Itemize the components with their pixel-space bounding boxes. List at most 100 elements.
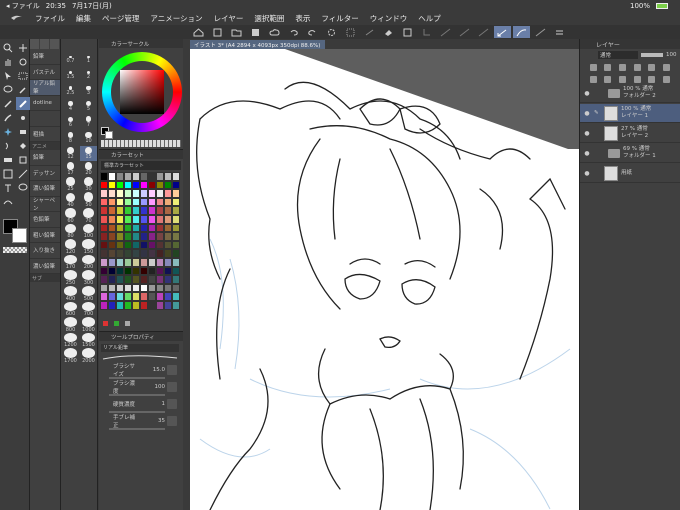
color-swatch[interactable] bbox=[108, 189, 116, 198]
frame-border-icon[interactable] bbox=[1, 167, 15, 180]
visibility-eye-icon[interactable]: ● bbox=[580, 170, 594, 177]
brush-size-option[interactable]: 20 bbox=[80, 161, 97, 177]
color-swatch[interactable] bbox=[164, 214, 172, 224]
color-swatch[interactable] bbox=[116, 300, 124, 310]
color-swatch[interactable] bbox=[124, 249, 132, 258]
brush-size-option[interactable]: 10 bbox=[80, 130, 97, 146]
color-swatch[interactable] bbox=[148, 292, 156, 301]
zoom-icon[interactable] bbox=[1, 41, 15, 54]
color-swatch[interactable] bbox=[108, 249, 116, 258]
menu-selection[interactable]: 選択範囲 bbox=[254, 13, 284, 24]
color-swatch[interactable] bbox=[132, 223, 140, 233]
subtool-item[interactable]: 鉛筆 bbox=[30, 150, 60, 166]
redo-icon[interactable] bbox=[304, 26, 321, 38]
color-swatch[interactable] bbox=[140, 214, 148, 224]
color-swatch[interactable] bbox=[140, 249, 148, 258]
loading-icon[interactable] bbox=[323, 26, 340, 38]
color-swatch[interactable] bbox=[124, 189, 132, 198]
color-swatch[interactable] bbox=[156, 172, 164, 181]
blend-icon[interactable] bbox=[1, 139, 15, 152]
color-swatch[interactable] bbox=[164, 300, 172, 310]
open-icon[interactable] bbox=[228, 26, 245, 38]
color-swatch[interactable] bbox=[116, 189, 124, 198]
color-swatch[interactable] bbox=[100, 180, 108, 190]
color-swatch[interactable] bbox=[124, 232, 132, 241]
edit-target-icon[interactable]: ✎ bbox=[594, 110, 604, 116]
brush-size-option[interactable]: 1500 bbox=[80, 332, 97, 348]
grid-icon[interactable] bbox=[475, 26, 492, 38]
color-swatch[interactable] bbox=[172, 180, 180, 190]
brush-size-option[interactable]: 1200 bbox=[62, 332, 79, 348]
color-swatch[interactable] bbox=[148, 266, 156, 276]
clip-icon[interactable] bbox=[589, 63, 597, 71]
subtool-item[interactable] bbox=[30, 111, 60, 127]
subtool-item[interactable]: 濃い鉛筆 bbox=[30, 181, 60, 197]
opacity-slider[interactable] bbox=[641, 53, 663, 57]
color-swatch[interactable] bbox=[140, 292, 148, 301]
brush-size-option[interactable]: 300 bbox=[80, 270, 97, 286]
color-swatch[interactable] bbox=[140, 172, 148, 181]
color-swatch[interactable] bbox=[164, 206, 172, 215]
color-swatch[interactable] bbox=[108, 214, 116, 224]
color-swatch[interactable] bbox=[108, 206, 116, 215]
color-swatch[interactable] bbox=[156, 249, 164, 258]
color-swatch[interactable] bbox=[172, 266, 180, 276]
gradient-icon[interactable] bbox=[1, 153, 15, 166]
brush-size-option[interactable]: 1 bbox=[80, 52, 97, 68]
color-swatch[interactable] bbox=[148, 172, 156, 181]
cs-add-icon[interactable] bbox=[103, 321, 108, 326]
menu-page[interactable]: ページ管理 bbox=[102, 13, 139, 24]
color-swatch[interactable] bbox=[164, 249, 172, 258]
lock-icon[interactable] bbox=[633, 63, 641, 71]
color-swatch[interactable] bbox=[132, 197, 140, 207]
color-swatch[interactable] bbox=[164, 292, 172, 301]
color-swatch[interactable] bbox=[140, 206, 148, 215]
undo-icon[interactable] bbox=[285, 26, 302, 38]
subtool-item[interactable]: 濃い鉛筆 bbox=[30, 259, 60, 274]
brush-size-option[interactable]: 400 bbox=[62, 285, 79, 302]
color-swatch[interactable] bbox=[164, 257, 172, 267]
color-swatch[interactable] bbox=[124, 283, 132, 293]
eraser-icon[interactable] bbox=[16, 125, 30, 138]
brush-density-row[interactable]: ブラシ濃度 100 bbox=[101, 380, 181, 395]
blend-mode-select[interactable]: 通常 bbox=[598, 51, 638, 59]
menu-view[interactable]: 表示 bbox=[295, 13, 310, 24]
color-swatch[interactable] bbox=[148, 249, 156, 258]
mask-icon[interactable] bbox=[663, 63, 671, 71]
color-swatch[interactable] bbox=[100, 197, 108, 207]
color-swatch[interactable] bbox=[140, 223, 148, 233]
merge-icon[interactable] bbox=[633, 75, 641, 83]
reference-icon[interactable] bbox=[604, 63, 612, 71]
snap-icon[interactable] bbox=[456, 26, 473, 38]
color-swatch[interactable] bbox=[116, 223, 124, 233]
home-icon[interactable] bbox=[190, 26, 207, 38]
layer-row[interactable]: ● 27 % 通常 レイヤー 2 bbox=[580, 124, 680, 143]
color-swatch[interactable] bbox=[164, 275, 172, 284]
color-swatch[interactable] bbox=[156, 283, 164, 293]
visibility-eye-icon[interactable]: ● bbox=[580, 130, 594, 137]
menu-window[interactable]: ウィンドウ bbox=[370, 13, 408, 24]
stabilization-row[interactable]: 手ブレ補正 35 bbox=[101, 414, 181, 429]
lock-transparency-icon[interactable] bbox=[648, 63, 656, 71]
color-swatch[interactable] bbox=[172, 189, 180, 198]
menu-filter[interactable]: フィルター bbox=[321, 13, 358, 24]
color-swatch[interactable] bbox=[140, 300, 148, 310]
brush-size-option[interactable]: 17 bbox=[62, 161, 79, 177]
transform-icon[interactable] bbox=[399, 26, 416, 38]
eyedropper-icon[interactable] bbox=[16, 83, 30, 96]
subtool-item[interactable]: 色鉛筆 bbox=[30, 212, 60, 228]
color-swatch[interactable] bbox=[172, 300, 180, 310]
fill-icon[interactable] bbox=[380, 26, 397, 38]
color-swatch[interactable] bbox=[140, 180, 148, 190]
color-swatch[interactable] bbox=[164, 232, 172, 241]
color-swatch[interactable] bbox=[172, 257, 180, 267]
color-swatch[interactable] bbox=[132, 189, 140, 198]
crop-icon[interactable] bbox=[418, 26, 435, 38]
color-swatch[interactable] bbox=[172, 292, 180, 301]
color-swatch[interactable] bbox=[148, 257, 156, 267]
layer-row[interactable]: ● ✎ 100 % 通常 レイヤー 1 bbox=[580, 104, 680, 123]
sub-color-mini-swatch[interactable] bbox=[105, 131, 113, 139]
menu-layer[interactable]: レイヤー bbox=[214, 13, 244, 24]
brush-size-option[interactable]: 3 bbox=[80, 83, 97, 99]
color-palette-grid[interactable] bbox=[100, 172, 181, 310]
